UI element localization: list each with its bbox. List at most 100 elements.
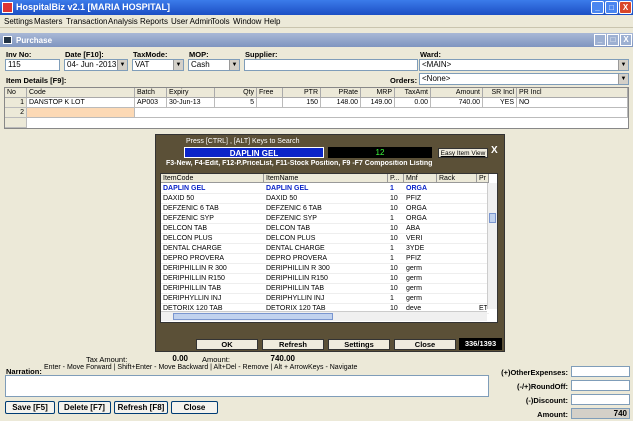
orders-select[interactable]: <None> ▼: [419, 73, 629, 85]
table-cell[interactable]: 150: [283, 98, 321, 108]
ok-button[interactable]: OK: [196, 339, 258, 350]
table-cell[interactable]: 0.00: [395, 98, 431, 108]
table-cell[interactable]: NO: [517, 98, 628, 108]
menu-reports[interactable]: Reports: [140, 17, 168, 26]
list-item[interactable]: DAXID 50: [161, 194, 264, 204]
list-item[interactable]: 10: [388, 264, 404, 274]
chevron-down-icon[interactable]: ▼: [173, 60, 183, 70]
child-minimize-button[interactable]: _: [594, 34, 606, 46]
vertical-scrollbar[interactable]: [487, 183, 497, 309]
list-item[interactable]: [437, 244, 477, 254]
list-item-selected[interactable]: 1: [388, 184, 404, 194]
list-item[interactable]: DERIPHILLIN TAB: [161, 284, 264, 294]
chevron-down-icon[interactable]: ▼: [117, 60, 127, 70]
list-item[interactable]: 1: [388, 244, 404, 254]
list-item[interactable]: 1: [388, 214, 404, 224]
list-item[interactable]: [437, 194, 477, 204]
mop-select[interactable]: Cash ▼: [188, 59, 240, 71]
list-item[interactable]: DEFZENIC 6 TAB: [264, 204, 388, 214]
list-item[interactable]: ORGA: [404, 204, 437, 214]
list-item[interactable]: VERI: [404, 234, 437, 244]
child-maximize-button[interactable]: □: [607, 34, 619, 46]
list-item[interactable]: [437, 234, 477, 244]
list-item[interactable]: [437, 284, 477, 294]
narration-input[interactable]: [5, 375, 489, 397]
list-item-selected[interactable]: DAPLIN GEL: [264, 184, 388, 194]
table-cell[interactable]: [135, 108, 628, 118]
refresh-footer-button[interactable]: Refresh [F8]: [114, 401, 168, 414]
chevron-down-icon[interactable]: ▼: [618, 60, 628, 70]
chevron-down-icon[interactable]: ▼: [229, 60, 239, 70]
scroll-thumb[interactable]: [173, 313, 333, 320]
list-item[interactable]: 10: [388, 234, 404, 244]
supplier-input[interactable]: [244, 59, 418, 71]
list-item[interactable]: DEFZENIC SYP: [264, 214, 388, 224]
list-item[interactable]: 10: [388, 204, 404, 214]
list-item-selected[interactable]: [437, 184, 477, 194]
menu-settings[interactable]: Settings: [4, 17, 33, 26]
easy-item-view-button[interactable]: Easy Item View: [438, 148, 488, 158]
list-item[interactable]: DERIPHILLIN R150: [161, 274, 264, 284]
list-item[interactable]: PFIZ: [404, 194, 437, 204]
menu-window[interactable]: Window: [233, 17, 261, 26]
list-item[interactable]: DERIPHILLIN R 300: [264, 264, 388, 274]
list-item[interactable]: DELCON TAB: [264, 224, 388, 234]
roundoff-input[interactable]: [571, 380, 630, 391]
menu-user-admin[interactable]: User Admin: [171, 17, 212, 26]
child-close-button[interactable]: X: [620, 34, 632, 46]
save-button[interactable]: Save [F5]: [5, 401, 55, 414]
item-grid[interactable]: No Code Batch Expiry Qty Free PTR PRate …: [4, 87, 629, 129]
table-cell-active[interactable]: [27, 108, 135, 118]
table-cell[interactable]: DANSTOP K LOT: [27, 98, 135, 108]
search-input[interactable]: DAPLIN GEL: [184, 147, 324, 158]
table-cell[interactable]: AP003: [135, 98, 167, 108]
table-cell[interactable]: 740.00: [431, 98, 483, 108]
popup-close-icon[interactable]: X: [491, 145, 498, 156]
table-cell[interactable]: 5: [215, 98, 257, 108]
list-item[interactable]: germ: [404, 274, 437, 284]
table-cell[interactable]: [257, 98, 283, 108]
menu-help[interactable]: Help: [264, 17, 280, 26]
list-item[interactable]: DERIPHILLIN R150: [264, 274, 388, 284]
discount-input[interactable]: [571, 394, 630, 405]
list-item[interactable]: DELCON PLUS: [264, 234, 388, 244]
list-item[interactable]: 10: [388, 224, 404, 234]
list-item[interactable]: DAXID 50: [264, 194, 388, 204]
settings-button[interactable]: Settings: [328, 339, 390, 350]
list-item[interactable]: DELCON TAB: [161, 224, 264, 234]
ward-select[interactable]: <MAIN> ▼: [419, 59, 629, 71]
date-input[interactable]: 04- Jun -2013 ▼: [64, 59, 128, 71]
list-item[interactable]: DEFZENIC SYP: [161, 214, 264, 224]
menu-tools[interactable]: Tools: [211, 17, 230, 26]
list-item[interactable]: germ: [404, 264, 437, 274]
delete-button[interactable]: Delete [F7]: [58, 401, 111, 414]
table-cell[interactable]: 149.00: [361, 98, 395, 108]
list-item[interactable]: [437, 204, 477, 214]
table-cell[interactable]: 148.00: [321, 98, 361, 108]
list-item[interactable]: germ: [404, 284, 437, 294]
list-item[interactable]: [437, 294, 477, 304]
maximize-button[interactable]: □: [605, 1, 618, 14]
list-item[interactable]: 10: [388, 274, 404, 284]
refresh-button[interactable]: Refresh: [262, 339, 324, 350]
list-item[interactable]: 10: [388, 284, 404, 294]
scroll-thumb[interactable]: [489, 213, 496, 223]
list-item[interactable]: germ: [404, 294, 437, 304]
list-item[interactable]: DELCON PLUS: [161, 234, 264, 244]
table-cell[interactable]: 30-Jun-13: [167, 98, 215, 108]
minimize-button[interactable]: _: [591, 1, 604, 14]
list-item[interactable]: [437, 254, 477, 264]
list-item[interactable]: DERIPHILLIN R 300: [161, 264, 264, 274]
popup-close-button[interactable]: Close: [394, 339, 456, 350]
list-item[interactable]: PFIZ: [404, 254, 437, 264]
list-item[interactable]: DENTAL CHARGE: [161, 244, 264, 254]
menu-transaction[interactable]: Transaction: [66, 17, 108, 26]
list-item[interactable]: ABA: [404, 224, 437, 234]
list-item[interactable]: DEPRO PROVERA: [161, 254, 264, 264]
list-item-selected[interactable]: ORGA: [404, 184, 437, 194]
list-item[interactable]: DENTAL CHARGE: [264, 244, 388, 254]
list-item[interactable]: [437, 214, 477, 224]
chevron-down-icon[interactable]: ▼: [618, 74, 628, 84]
list-item[interactable]: DEFZENIC 6 TAB: [161, 204, 264, 214]
list-item[interactable]: [437, 274, 477, 284]
